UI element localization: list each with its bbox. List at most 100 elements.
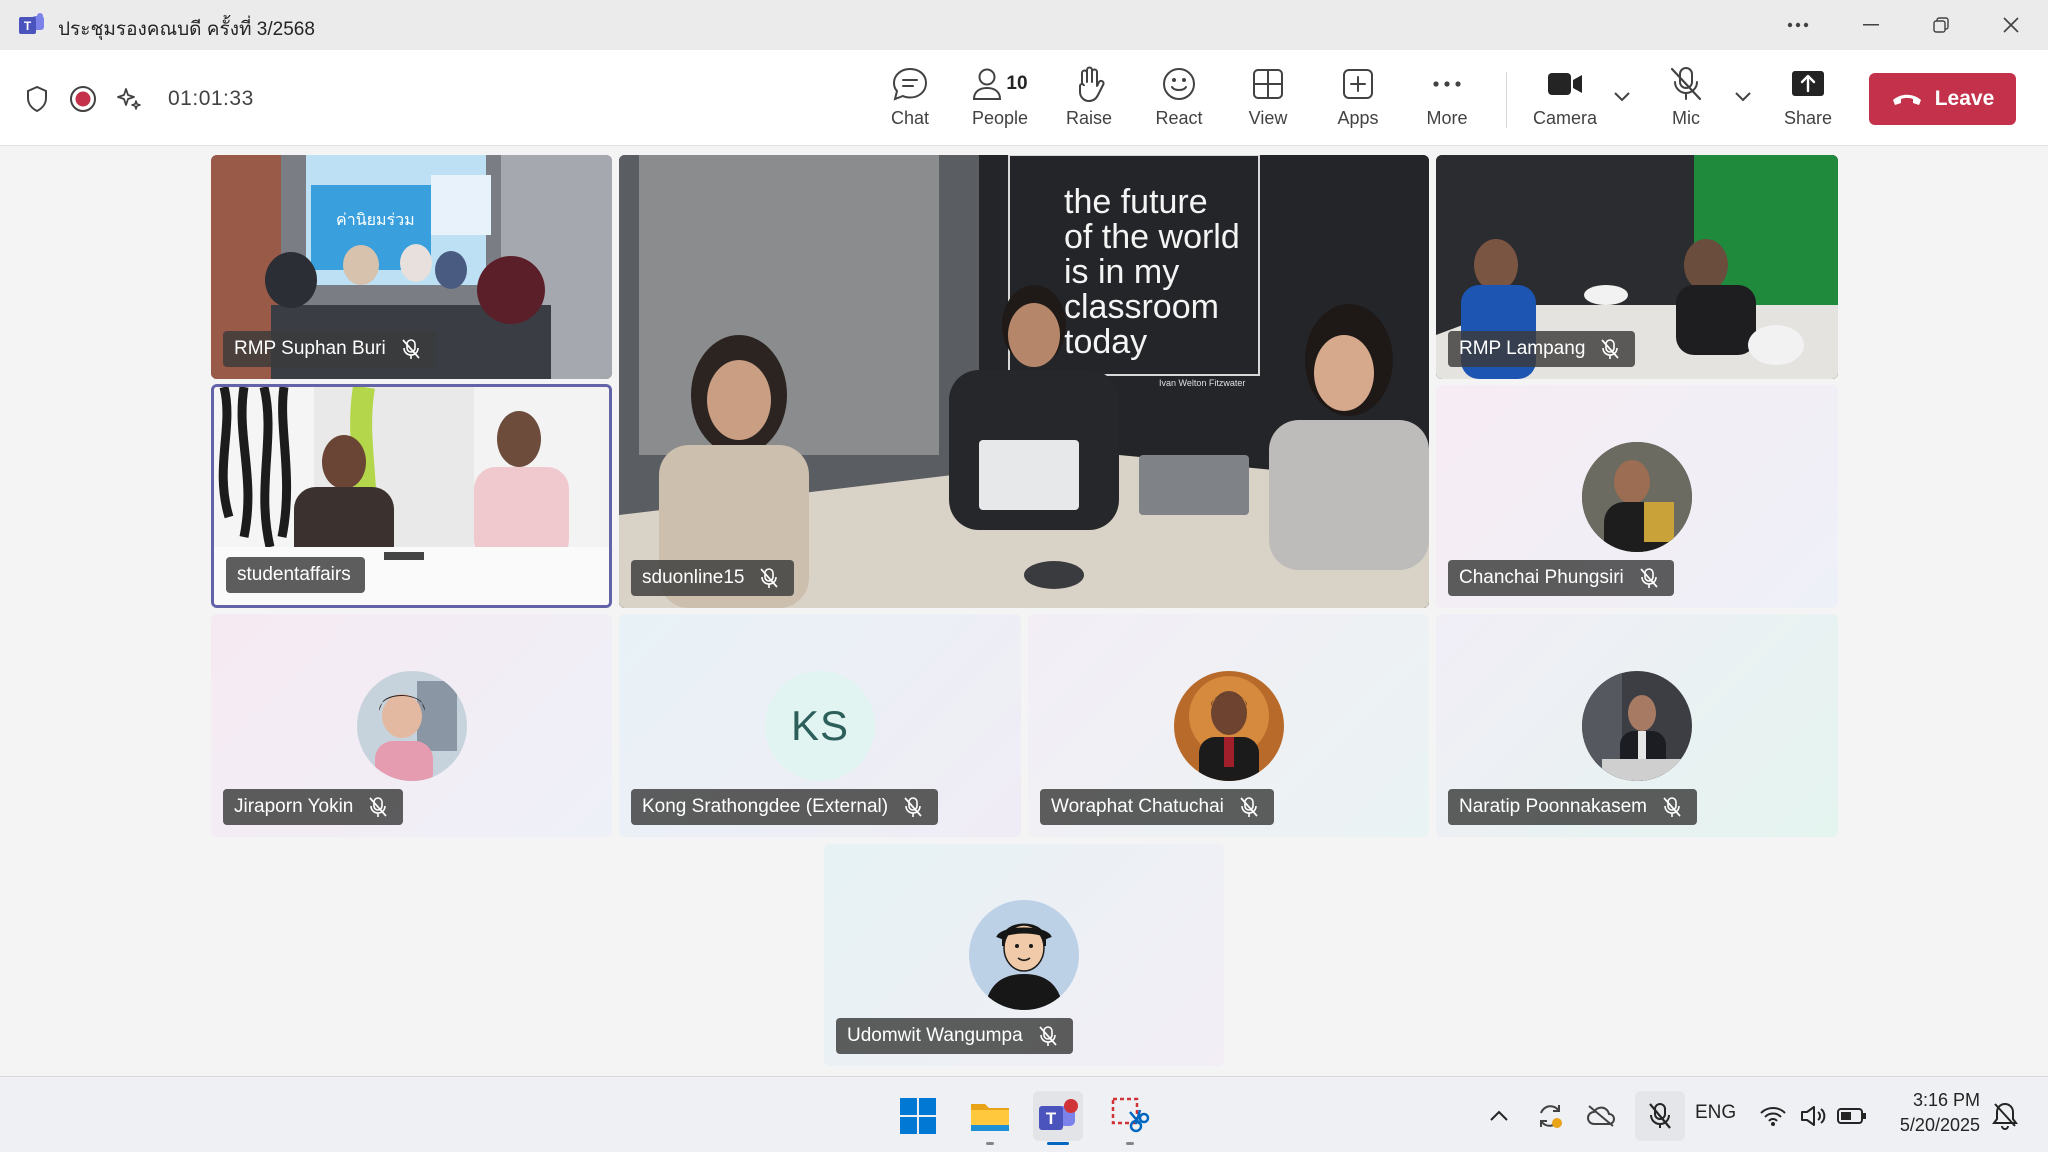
system-clock[interactable]: 3:16 PM 5/20/2025 — [1868, 1088, 1980, 1138]
notifications-icon[interactable] — [1988, 1099, 2022, 1133]
participant-name: RMP Lampang — [1459, 338, 1586, 359]
restore-icon[interactable] — [1918, 8, 1964, 42]
participant-tile[interactable]: ค่านิยมร่วม RMP Suphan Buri — [211, 155, 612, 379]
participant-tile[interactable]: KS Kong Srathongdee (External) — [619, 614, 1021, 837]
avatar — [969, 900, 1079, 1010]
camera-icon — [1547, 64, 1583, 104]
raise-hand-button[interactable]: Raise — [1047, 64, 1131, 134]
avatar — [356, 670, 467, 781]
quote-line: is in my — [1064, 253, 1179, 291]
add-app-icon — [1342, 64, 1374, 104]
banner-text: ค่านิยมร่วม — [336, 212, 415, 229]
mic-muted-icon — [1640, 568, 1658, 588]
more-button[interactable]: More — [1405, 64, 1489, 134]
raise-label: Raise — [1065, 108, 1113, 128]
participant-name: studentaffairs — [237, 564, 351, 585]
avatar — [1582, 441, 1692, 552]
view-label: View — [1248, 108, 1288, 128]
participant-name-pill: studentaffairs — [226, 557, 365, 593]
share-button[interactable]: Share — [1766, 64, 1850, 134]
people-count: 10 — [1006, 73, 1028, 94]
mic-muted-icon — [904, 797, 922, 817]
apps-label: Apps — [1337, 108, 1379, 128]
input-language-indicator[interactable]: ENG — [1695, 1102, 1736, 1124]
windows-taskbar: T — [0, 1076, 2048, 1152]
leave-button[interactable]: Leave — [1869, 73, 2016, 125]
people-icon — [973, 68, 1002, 100]
ellipsis-icon — [1432, 64, 1462, 104]
mic-muted-icon — [1663, 797, 1681, 817]
more-options-icon[interactable] — [1775, 8, 1821, 42]
taskbar-teams[interactable]: T — [1033, 1091, 1083, 1145]
quote-line: of the world — [1064, 218, 1240, 256]
hang-up-icon — [1892, 94, 1921, 105]
toolbar-divider — [1506, 72, 1507, 128]
camera-options-chevron-icon[interactable] — [1610, 84, 1634, 108]
close-icon[interactable] — [1988, 8, 2034, 42]
participant-name-pill: RMP Suphan Buri — [223, 331, 436, 367]
participant-name-pill: Jiraporn Yokin — [223, 789, 404, 825]
camera-button[interactable]: Camera — [1522, 64, 1608, 134]
taskbar-file-explorer[interactable] — [965, 1091, 1015, 1145]
recording-icon[interactable] — [68, 84, 98, 114]
participant-name-pill: Woraphat Chatuchai — [1040, 789, 1274, 825]
clock-date: 5/20/2025 — [1899, 1115, 1980, 1135]
show-hidden-icons-chevron-icon[interactable] — [1482, 1099, 1516, 1133]
grid-view-icon — [1252, 64, 1284, 104]
hand-icon — [1073, 64, 1105, 104]
participant-name-pill: Naratip Poonnakasem — [1448, 789, 1697, 825]
svg-text:T: T — [24, 19, 32, 33]
start-button[interactable] — [893, 1091, 943, 1141]
quote-line: today — [1064, 323, 1147, 361]
clock-time: 3:16 PM — [1912, 1090, 1980, 1110]
teams-logo-icon: T — [19, 13, 44, 34]
minimize-icon[interactable] — [1848, 8, 1894, 42]
avatar — [1173, 670, 1284, 781]
participant-name: RMP Suphan Buri — [234, 338, 386, 359]
participant-name: Jiraporn Yokin — [234, 796, 354, 817]
onedrive-offline-icon[interactable] — [1584, 1099, 1618, 1133]
participant-name-pill: Chanchai Phungsiri — [1448, 560, 1674, 596]
shield-icon[interactable] — [22, 84, 52, 114]
mic-muted-icon — [1039, 1026, 1057, 1046]
teams-logo-icon: T — [1039, 1099, 1078, 1130]
sparkle-icon[interactable] — [114, 84, 144, 114]
quote-line: the future — [1064, 183, 1208, 221]
chat-icon — [892, 64, 928, 104]
participant-tile[interactable]: Woraphat Chatuchai — [1028, 614, 1429, 837]
share-label: Share — [1783, 108, 1833, 128]
wifi-icon[interactable] — [1756, 1099, 1790, 1133]
mic-muted-icon — [402, 339, 420, 359]
meeting-status-group: 01:01:33 — [22, 84, 254, 114]
sync-icon[interactable] — [1533, 1099, 1567, 1133]
participant-name: Woraphat Chatuchai — [1051, 796, 1224, 817]
chat-button[interactable]: Chat — [868, 64, 952, 134]
participant-name: Naratip Poonnakasem — [1459, 796, 1647, 817]
camera-label: Camera — [1532, 108, 1598, 128]
participant-tile-featured[interactable]: the future of the world is in my classro… — [619, 155, 1429, 608]
tray-mic-muted-icon[interactable] — [1635, 1091, 1685, 1141]
participant-name: Chanchai Phungsiri — [1459, 567, 1624, 588]
participant-name-pill: RMP Lampang — [1448, 331, 1636, 367]
mic-label: Mic — [1672, 108, 1700, 128]
mic-muted-icon — [369, 797, 388, 817]
participant-tile[interactable]: RMP Lampang — [1436, 155, 1838, 379]
participant-tile-active-speaker[interactable]: studentaffairs — [211, 384, 612, 608]
apps-button[interactable]: Apps — [1316, 64, 1400, 134]
mic-button[interactable]: Mic — [1644, 64, 1728, 134]
running-indicator — [1126, 1142, 1134, 1145]
participant-name-pill: Udomwit Wangumpa — [836, 1018, 1073, 1054]
participant-tile[interactable]: Naratip Poonnakasem — [1436, 614, 1838, 837]
running-indicator — [1047, 1142, 1069, 1145]
react-label: React — [1155, 108, 1203, 128]
volume-icon[interactable] — [1796, 1099, 1830, 1133]
participant-tile[interactable]: Udomwit Wangumpa — [824, 844, 1224, 1066]
participant-tile[interactable]: Jiraporn Yokin — [211, 614, 612, 837]
participant-tile[interactable]: Chanchai Phungsiri — [1436, 385, 1838, 608]
battery-icon[interactable] — [1835, 1099, 1869, 1133]
view-button[interactable]: View — [1226, 64, 1310, 134]
taskbar-snipping-tool[interactable] — [1105, 1091, 1155, 1145]
react-button[interactable]: React — [1137, 64, 1221, 134]
people-button[interactable]: 10 People — [958, 64, 1042, 134]
mic-options-chevron-icon[interactable] — [1731, 84, 1755, 108]
